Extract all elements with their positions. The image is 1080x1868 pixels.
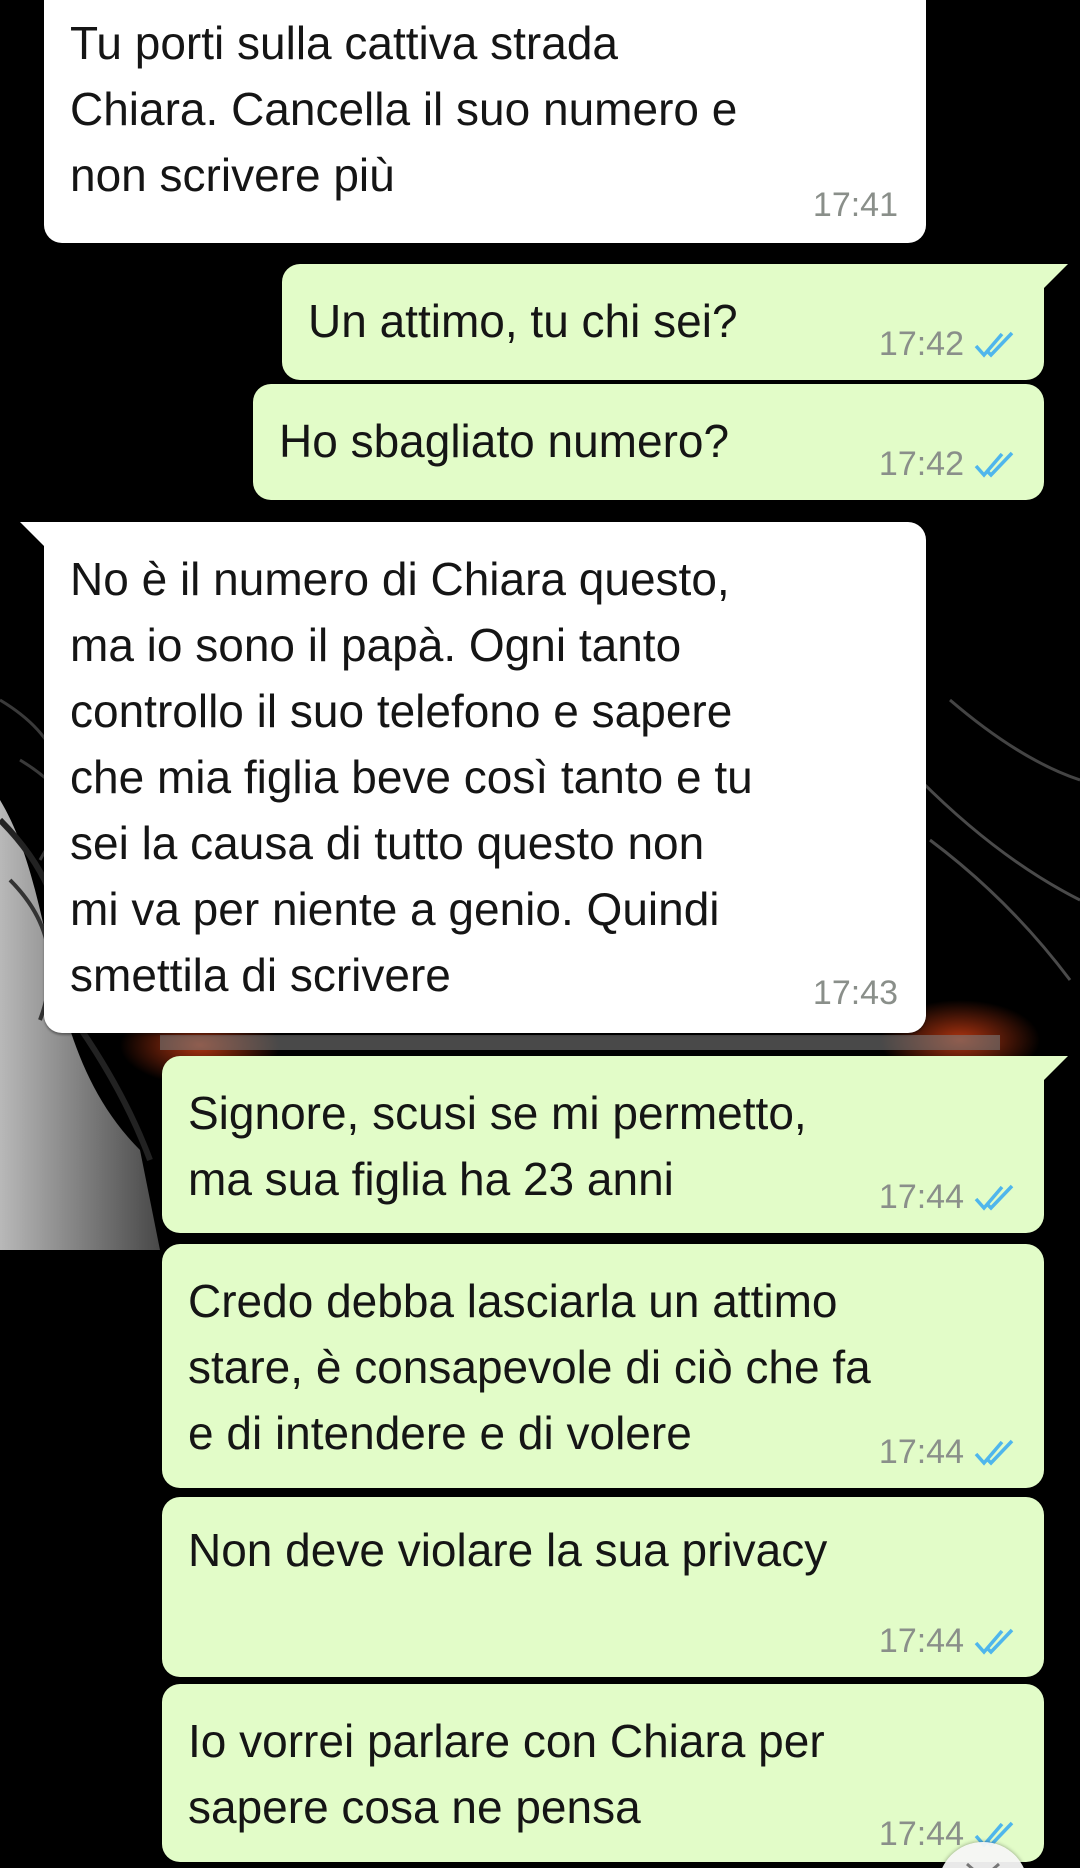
message-bubble-outgoing[interactable]: Io vorrei parlare con Chiara per sapere … — [162, 1684, 1044, 1862]
message-bubble-incoming[interactable]: No è il numero di Chiara questo, ma io s… — [44, 522, 926, 1033]
message-text: Signore, scusi se mi permetto, ma sua fi… — [188, 1087, 807, 1205]
double-check-icon — [974, 331, 1014, 358]
double-check-icon — [974, 1628, 1014, 1655]
message-text: Io vorrei parlare con Chiara per sapere … — [188, 1715, 825, 1833]
message-meta: 17:44 — [879, 1433, 1018, 1472]
message-text: Tu porti sulla cattiva strada Chiara. Ca… — [70, 17, 738, 201]
bubble-tail — [1042, 1056, 1068, 1082]
message-time: 17:44 — [878, 1815, 964, 1853]
message-time: 17:44 — [878, 1433, 964, 1471]
message-time: 17:44 — [878, 1178, 964, 1216]
message-time: 17:44 — [878, 1622, 964, 1660]
message-time: 17:42 — [878, 445, 964, 483]
message-meta: 17:41 — [813, 186, 898, 225]
message-meta: 17:42 — [879, 445, 1018, 484]
message-bubble-outgoing[interactable]: Credo debba lasciarla un attimo stare, è… — [162, 1244, 1044, 1488]
message-text: Ho sbagliato numero? — [279, 415, 730, 467]
double-check-icon — [974, 1184, 1014, 1211]
message-text: No è il numero di Chiara questo, ma io s… — [70, 553, 753, 1001]
message-meta: 17:44 — [879, 1622, 1018, 1661]
chevron-down-icon — [966, 1862, 1000, 1868]
chat-area[interactable]: Tu porti sulla cattiva strada Chiara. Ca… — [0, 0, 1080, 1868]
message-bubble-incoming[interactable]: Tu porti sulla cattiva strada Chiara. Ca… — [44, 0, 926, 243]
message-text: Non deve violare la sua privacy — [188, 1524, 828, 1576]
message-text: Un attimo, tu chi sei? — [308, 295, 738, 347]
double-check-icon — [974, 1439, 1014, 1466]
message-bubble-outgoing[interactable]: Ho sbagliato numero? 17:42 — [253, 384, 1044, 500]
double-check-icon — [974, 451, 1014, 478]
message-time: 17:42 — [878, 325, 964, 363]
message-meta: 17:43 — [813, 974, 898, 1013]
message-text: Credo debba lasciarla un attimo stare, è… — [188, 1275, 871, 1459]
bubble-tail — [20, 522, 46, 548]
message-time: 17:43 — [812, 974, 898, 1012]
bubble-tail — [1042, 264, 1068, 290]
message-time: 17:41 — [812, 186, 898, 224]
message-bubble-outgoing[interactable]: Un attimo, tu chi sei? 17:42 — [282, 264, 1044, 380]
message-bubble-outgoing[interactable]: Non deve violare la sua privacy 17:44 — [162, 1497, 1044, 1677]
message-bubble-outgoing[interactable]: Signore, scusi se mi permetto, ma sua fi… — [162, 1056, 1044, 1233]
message-meta: 17:42 — [879, 325, 1018, 364]
message-meta: 17:44 — [879, 1178, 1018, 1217]
